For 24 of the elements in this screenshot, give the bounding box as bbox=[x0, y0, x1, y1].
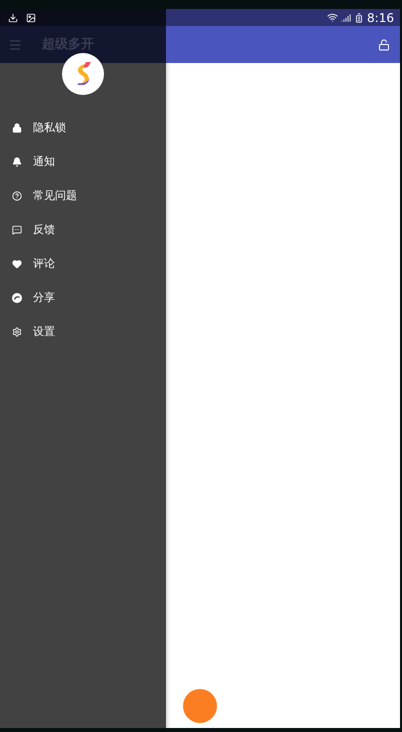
drawer-item[interactable]: 分享 bbox=[0, 281, 166, 315]
app-logo bbox=[62, 53, 104, 95]
image-icon bbox=[26, 12, 36, 22]
floating-action-button[interactable] bbox=[183, 689, 217, 723]
settings-icon bbox=[12, 327, 22, 337]
chat-bubble-icon bbox=[12, 225, 22, 235]
lock-icon[interactable] bbox=[378, 38, 390, 50]
lock-icon bbox=[12, 123, 22, 133]
help-icon bbox=[12, 191, 22, 201]
battery-icon bbox=[354, 12, 364, 22]
wifi-icon bbox=[327, 12, 338, 23]
status-time: 8:16 bbox=[367, 12, 394, 24]
drawer-item[interactable]: 评论 bbox=[0, 247, 166, 281]
drawer-item[interactable]: 设置 bbox=[0, 315, 166, 349]
drawer-item[interactable]: 常见问题 bbox=[0, 179, 166, 213]
menu-icon[interactable] bbox=[8, 38, 22, 52]
drawer-item[interactable]: 通知 bbox=[0, 145, 166, 179]
signal-icon bbox=[341, 12, 352, 22]
bell-icon bbox=[12, 157, 22, 167]
heart-icon bbox=[12, 259, 22, 269]
drawer-item[interactable]: 隐私锁 bbox=[0, 111, 166, 145]
share-icon bbox=[12, 293, 22, 303]
download-icon bbox=[8, 12, 18, 22]
drawer-item[interactable]: 反馈 bbox=[0, 213, 166, 247]
